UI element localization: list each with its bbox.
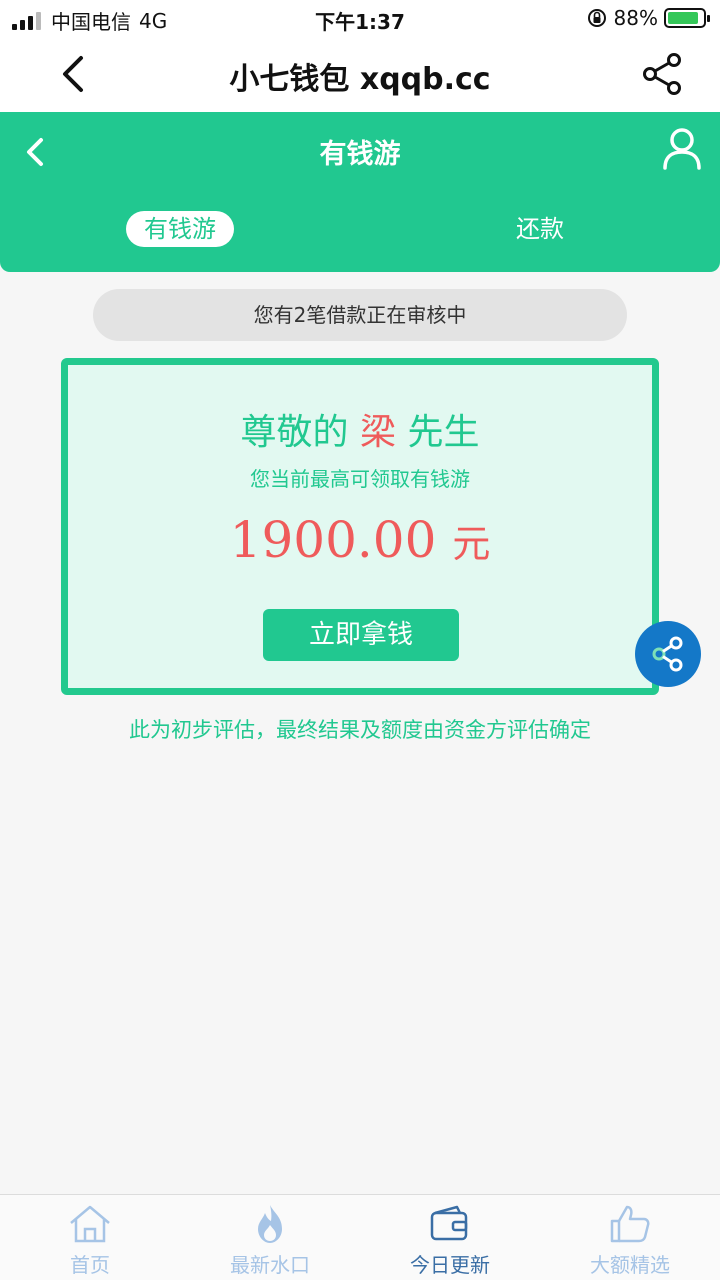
tab-youqianyou[interactable]: 有钱游 — [126, 211, 234, 247]
share-icon — [652, 636, 683, 672]
page-title: 小七钱包 xqqb.cc — [229, 62, 491, 97]
flame-icon — [258, 1205, 282, 1243]
offer-amount: 1900.00 元 — [68, 511, 652, 569]
status-right: 88% — [586, 6, 710, 30]
wallet-icon — [430, 1205, 468, 1241]
floating-share-button[interactable] — [635, 621, 701, 687]
tabbar-item-today[interactable]: 今日更新 — [390, 1203, 510, 1278]
greeting-prefix: 尊敬的 — [240, 412, 349, 453]
user-icon[interactable] — [662, 126, 702, 170]
battery-percent: 88% — [613, 6, 658, 30]
header-title: 有钱游 — [319, 139, 401, 170]
bottom-tab-bar: 首页 最新水口 今日更新 大额精选 — [0, 1194, 720, 1280]
tab-repayment[interactable]: 还款 — [480, 211, 600, 247]
tabbar-label: 大额精选 — [590, 1253, 670, 1277]
nav-bar: 小七钱包 xqqb.cc — [0, 36, 720, 112]
status-bar: 中国电信 4G 下午1:37 88% — [0, 0, 720, 36]
thumbs-up-icon — [610, 1205, 650, 1243]
get-money-button[interactable]: 立即拿钱 — [263, 609, 459, 661]
tabbar-item-latest[interactable]: 最新水口 — [210, 1203, 330, 1278]
orientation-lock-icon — [587, 9, 606, 27]
greeting: 尊敬的 梁 先生 — [68, 403, 652, 455]
tabbar-item-featured[interactable]: 大额精选 — [570, 1203, 690, 1278]
share-icon[interactable] — [638, 50, 686, 98]
offer-subtitle: 您当前最高可领取有钱游 — [250, 467, 470, 491]
home-icon — [70, 1205, 110, 1243]
tabbar-item-home[interactable]: 首页 — [30, 1203, 150, 1278]
greeting-suffix: 先生 — [407, 412, 480, 453]
battery-icon — [664, 8, 710, 28]
tabbar-label: 首页 — [70, 1253, 110, 1277]
offer-card: 尊敬的 梁 先生 您当前最高可领取有钱游 1900.00 元 立即拿钱 — [61, 358, 659, 695]
amount-unit: 元 — [452, 522, 491, 566]
tabbar-label: 今日更新 — [410, 1253, 490, 1277]
tabbar-label: 最新水口 — [230, 1253, 310, 1277]
customer-name: 梁 — [359, 412, 396, 453]
app-header: 有钱游 有钱游 还款 — [0, 112, 720, 272]
amount-value: 1900.00 — [229, 511, 437, 569]
review-notice: 您有2笔借款正在审核中 — [93, 289, 627, 341]
disclaimer-text: 此为初步评估，最终结果及额度由资金方评估确定 — [129, 718, 591, 742]
